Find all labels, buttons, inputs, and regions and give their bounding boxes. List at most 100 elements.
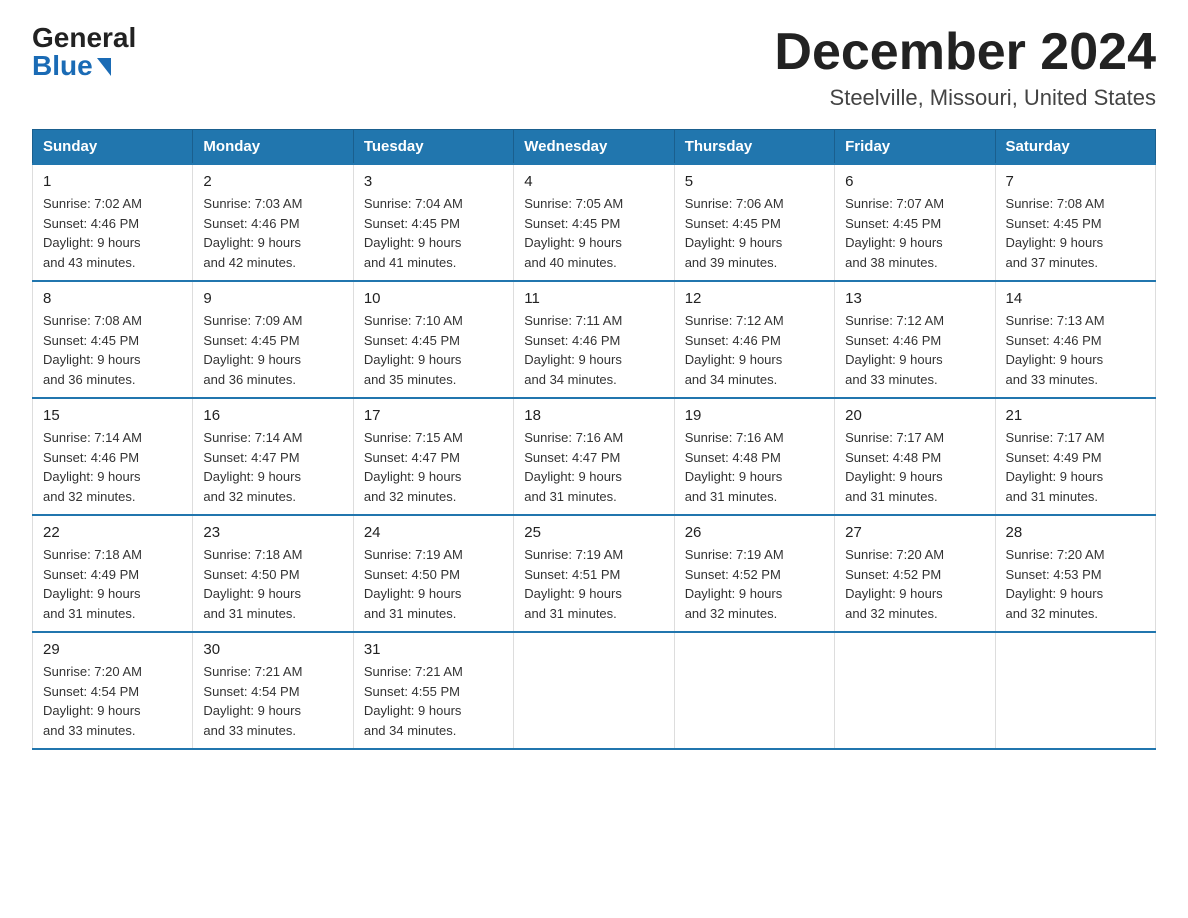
day-number: 6 [845, 173, 984, 190]
weekday-header-friday: Friday [835, 130, 995, 165]
day-cell: 2 Sunrise: 7:03 AM Sunset: 4:46 PM Dayli… [193, 164, 353, 281]
day-number: 30 [203, 641, 342, 658]
page-header: General Blue December 2024 Steelville, M… [32, 24, 1156, 111]
calendar-table: SundayMondayTuesdayWednesdayThursdayFrid… [32, 129, 1156, 750]
day-cell [995, 632, 1155, 749]
day-cell: 12 Sunrise: 7:12 AM Sunset: 4:46 PM Dayl… [674, 281, 834, 398]
day-cell: 10 Sunrise: 7:10 AM Sunset: 4:45 PM Dayl… [353, 281, 513, 398]
day-info: Sunrise: 7:11 AM Sunset: 4:46 PM Dayligh… [524, 311, 663, 389]
day-info: Sunrise: 7:20 AM Sunset: 4:52 PM Dayligh… [845, 545, 984, 623]
day-number: 21 [1006, 407, 1145, 424]
day-number: 5 [685, 173, 824, 190]
day-cell: 3 Sunrise: 7:04 AM Sunset: 4:45 PM Dayli… [353, 164, 513, 281]
day-info: Sunrise: 7:12 AM Sunset: 4:46 PM Dayligh… [685, 311, 824, 389]
day-number: 10 [364, 290, 503, 307]
week-row-5: 29 Sunrise: 7:20 AM Sunset: 4:54 PM Dayl… [33, 632, 1156, 749]
week-row-2: 8 Sunrise: 7:08 AM Sunset: 4:45 PM Dayli… [33, 281, 1156, 398]
day-number: 11 [524, 290, 663, 307]
day-number: 22 [43, 524, 182, 541]
day-info: Sunrise: 7:02 AM Sunset: 4:46 PM Dayligh… [43, 194, 182, 272]
day-cell: 26 Sunrise: 7:19 AM Sunset: 4:52 PM Dayl… [674, 515, 834, 632]
day-info: Sunrise: 7:19 AM Sunset: 4:51 PM Dayligh… [524, 545, 663, 623]
day-number: 28 [1006, 524, 1145, 541]
day-number: 29 [43, 641, 182, 658]
day-info: Sunrise: 7:14 AM Sunset: 4:46 PM Dayligh… [43, 428, 182, 506]
weekday-header-row: SundayMondayTuesdayWednesdayThursdayFrid… [33, 130, 1156, 165]
day-info: Sunrise: 7:06 AM Sunset: 4:45 PM Dayligh… [685, 194, 824, 272]
day-number: 16 [203, 407, 342, 424]
day-cell: 6 Sunrise: 7:07 AM Sunset: 4:45 PM Dayli… [835, 164, 995, 281]
day-cell: 15 Sunrise: 7:14 AM Sunset: 4:46 PM Dayl… [33, 398, 193, 515]
day-number: 23 [203, 524, 342, 541]
day-number: 25 [524, 524, 663, 541]
day-number: 3 [364, 173, 503, 190]
weekday-header-tuesday: Tuesday [353, 130, 513, 165]
day-info: Sunrise: 7:16 AM Sunset: 4:48 PM Dayligh… [685, 428, 824, 506]
day-cell: 16 Sunrise: 7:14 AM Sunset: 4:47 PM Dayl… [193, 398, 353, 515]
weekday-header-saturday: Saturday [995, 130, 1155, 165]
day-number: 13 [845, 290, 984, 307]
day-info: Sunrise: 7:21 AM Sunset: 4:54 PM Dayligh… [203, 662, 342, 740]
day-number: 24 [364, 524, 503, 541]
day-number: 7 [1006, 173, 1145, 190]
day-cell [674, 632, 834, 749]
day-cell: 14 Sunrise: 7:13 AM Sunset: 4:46 PM Dayl… [995, 281, 1155, 398]
day-cell: 23 Sunrise: 7:18 AM Sunset: 4:50 PM Dayl… [193, 515, 353, 632]
day-info: Sunrise: 7:16 AM Sunset: 4:47 PM Dayligh… [524, 428, 663, 506]
day-cell: 28 Sunrise: 7:20 AM Sunset: 4:53 PM Dayl… [995, 515, 1155, 632]
day-number: 26 [685, 524, 824, 541]
day-cell: 27 Sunrise: 7:20 AM Sunset: 4:52 PM Dayl… [835, 515, 995, 632]
weekday-header-sunday: Sunday [33, 130, 193, 165]
logo: General Blue [32, 24, 136, 80]
day-info: Sunrise: 7:03 AM Sunset: 4:46 PM Dayligh… [203, 194, 342, 272]
day-number: 27 [845, 524, 984, 541]
day-info: Sunrise: 7:05 AM Sunset: 4:45 PM Dayligh… [524, 194, 663, 272]
day-cell: 24 Sunrise: 7:19 AM Sunset: 4:50 PM Dayl… [353, 515, 513, 632]
day-cell: 25 Sunrise: 7:19 AM Sunset: 4:51 PM Dayl… [514, 515, 674, 632]
day-info: Sunrise: 7:19 AM Sunset: 4:52 PM Dayligh… [685, 545, 824, 623]
day-info: Sunrise: 7:13 AM Sunset: 4:46 PM Dayligh… [1006, 311, 1145, 389]
day-cell: 13 Sunrise: 7:12 AM Sunset: 4:46 PM Dayl… [835, 281, 995, 398]
day-info: Sunrise: 7:21 AM Sunset: 4:55 PM Dayligh… [364, 662, 503, 740]
weekday-header-wednesday: Wednesday [514, 130, 674, 165]
day-cell: 17 Sunrise: 7:15 AM Sunset: 4:47 PM Dayl… [353, 398, 513, 515]
day-number: 31 [364, 641, 503, 658]
day-cell [835, 632, 995, 749]
day-info: Sunrise: 7:20 AM Sunset: 4:53 PM Dayligh… [1006, 545, 1145, 623]
day-cell: 4 Sunrise: 7:05 AM Sunset: 4:45 PM Dayli… [514, 164, 674, 281]
day-cell [514, 632, 674, 749]
week-row-1: 1 Sunrise: 7:02 AM Sunset: 4:46 PM Dayli… [33, 164, 1156, 281]
day-info: Sunrise: 7:15 AM Sunset: 4:47 PM Dayligh… [364, 428, 503, 506]
day-cell: 8 Sunrise: 7:08 AM Sunset: 4:45 PM Dayli… [33, 281, 193, 398]
day-info: Sunrise: 7:07 AM Sunset: 4:45 PM Dayligh… [845, 194, 984, 272]
day-cell: 9 Sunrise: 7:09 AM Sunset: 4:45 PM Dayli… [193, 281, 353, 398]
weekday-header-thursday: Thursday [674, 130, 834, 165]
day-info: Sunrise: 7:17 AM Sunset: 4:49 PM Dayligh… [1006, 428, 1145, 506]
day-info: Sunrise: 7:14 AM Sunset: 4:47 PM Dayligh… [203, 428, 342, 506]
day-cell: 1 Sunrise: 7:02 AM Sunset: 4:46 PM Dayli… [33, 164, 193, 281]
day-cell: 11 Sunrise: 7:11 AM Sunset: 4:46 PM Dayl… [514, 281, 674, 398]
day-info: Sunrise: 7:18 AM Sunset: 4:49 PM Dayligh… [43, 545, 182, 623]
day-cell: 7 Sunrise: 7:08 AM Sunset: 4:45 PM Dayli… [995, 164, 1155, 281]
day-info: Sunrise: 7:04 AM Sunset: 4:45 PM Dayligh… [364, 194, 503, 272]
day-number: 19 [685, 407, 824, 424]
logo-blue-text: Blue [32, 52, 111, 80]
day-cell: 21 Sunrise: 7:17 AM Sunset: 4:49 PM Dayl… [995, 398, 1155, 515]
day-number: 12 [685, 290, 824, 307]
day-number: 15 [43, 407, 182, 424]
day-cell: 20 Sunrise: 7:17 AM Sunset: 4:48 PM Dayl… [835, 398, 995, 515]
weekday-header-monday: Monday [193, 130, 353, 165]
title-block: December 2024 Steelville, Missouri, Unit… [774, 24, 1156, 111]
day-number: 18 [524, 407, 663, 424]
day-info: Sunrise: 7:10 AM Sunset: 4:45 PM Dayligh… [364, 311, 503, 389]
week-row-3: 15 Sunrise: 7:14 AM Sunset: 4:46 PM Dayl… [33, 398, 1156, 515]
month-title: December 2024 [774, 24, 1156, 81]
day-info: Sunrise: 7:08 AM Sunset: 4:45 PM Dayligh… [43, 311, 182, 389]
day-number: 4 [524, 173, 663, 190]
day-info: Sunrise: 7:19 AM Sunset: 4:50 PM Dayligh… [364, 545, 503, 623]
day-info: Sunrise: 7:12 AM Sunset: 4:46 PM Dayligh… [845, 311, 984, 389]
day-number: 9 [203, 290, 342, 307]
day-number: 2 [203, 173, 342, 190]
day-cell: 30 Sunrise: 7:21 AM Sunset: 4:54 PM Dayl… [193, 632, 353, 749]
day-cell: 22 Sunrise: 7:18 AM Sunset: 4:49 PM Dayl… [33, 515, 193, 632]
